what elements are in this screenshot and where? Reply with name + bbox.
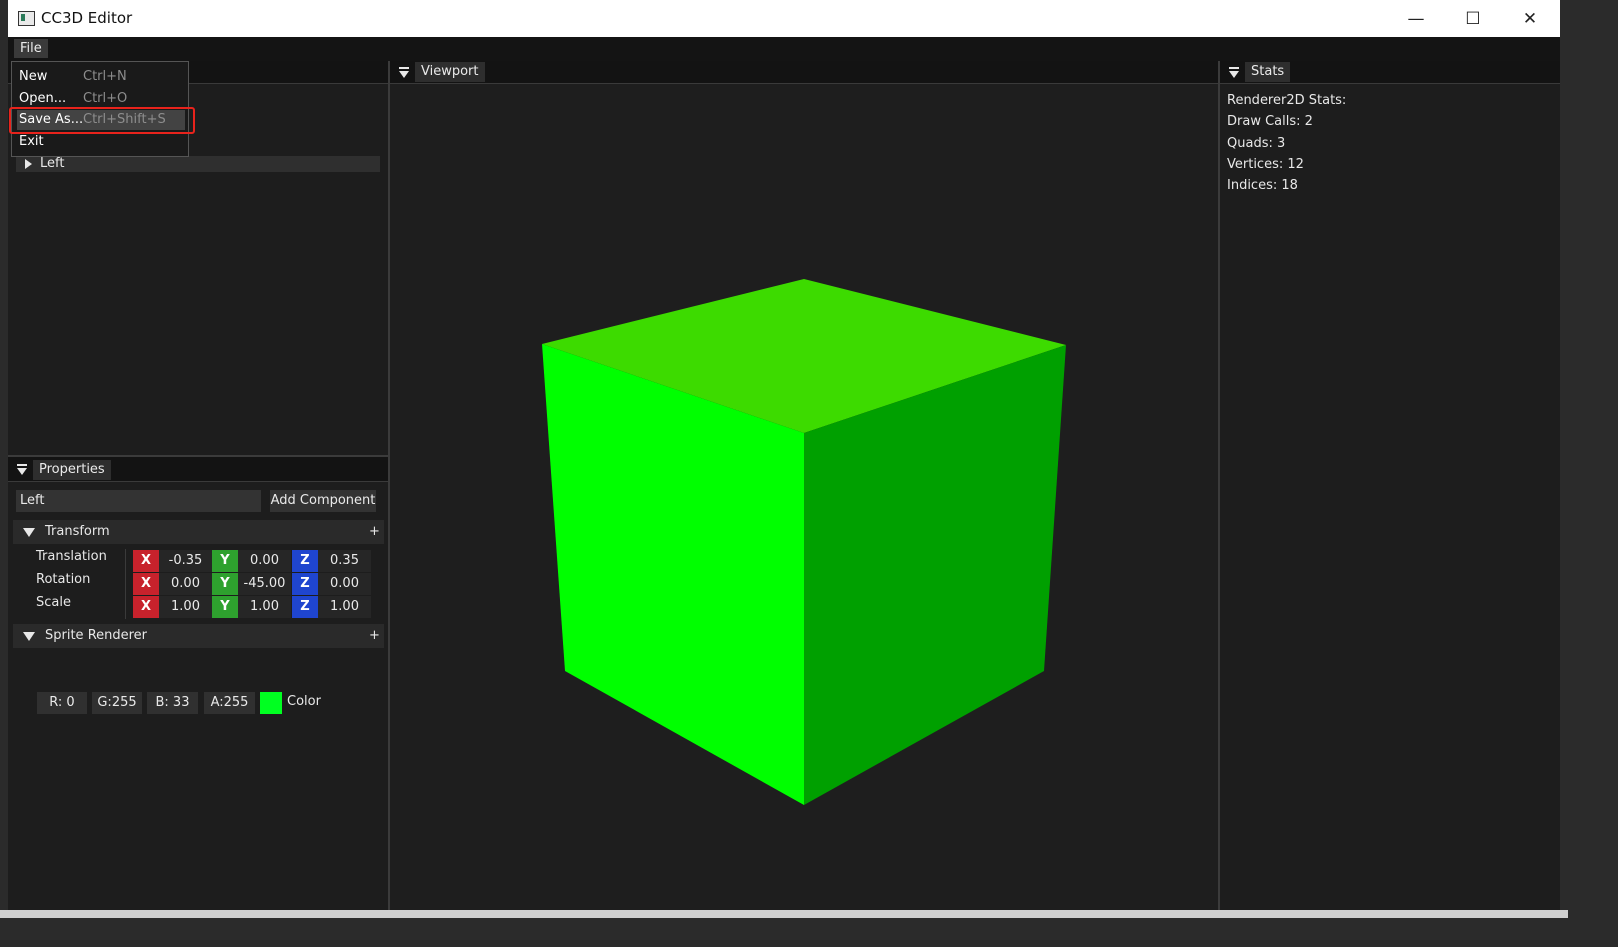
collapse-triangle-icon[interactable] [23,528,35,537]
expand-arrow-icon[interactable] [25,159,32,169]
hierarchy-row-label: Left [40,156,65,171]
rotation-label: Rotation [36,572,91,587]
scale-y-button[interactable]: Y [212,596,238,618]
rotation-x-button[interactable]: X [133,573,159,595]
stats-tab-bar: Stats [1220,61,1560,84]
color-g-field[interactable]: G:255 [92,692,142,714]
translation-x-field[interactable]: -0.35 [159,550,212,572]
close-button[interactable]: ✕ [1502,0,1558,37]
menu-item-new-shortcut: Ctrl+N [83,69,127,84]
viewport-tab-bar: Viewport [390,61,1218,84]
maximize-button[interactable]: ☐ [1445,0,1501,37]
stats-vertices: Vertices: 12 [1227,157,1304,172]
column-divider [125,549,126,619]
color-r-field[interactable]: R: 0 [37,692,87,714]
color-a-field[interactable]: A:255 [204,692,255,714]
entity-name-input[interactable]: Left [16,490,261,512]
stats-quads: Quads: 3 [1227,136,1286,151]
tab-menu-icon[interactable] [1229,67,1239,78]
window-bottom-edge [0,910,1568,918]
menu-item-new[interactable]: New Ctrl+N [12,67,188,87]
scale-x-field[interactable]: 1.00 [159,596,212,618]
color-b-field[interactable]: B: 33 [147,692,198,714]
menu-item-open-label: Open... [19,91,67,106]
tab-menu-icon[interactable] [399,67,409,78]
transform-header[interactable]: Transform + [13,520,384,544]
translation-label: Translation [36,549,107,564]
transform-title: Transform [45,524,110,539]
menu-file[interactable]: File [14,39,48,58]
sprite-renderer-header[interactable]: Sprite Renderer + [13,624,384,648]
scale-z-field[interactable]: 1.00 [318,596,371,618]
scale-y-field[interactable]: 1.00 [238,596,291,618]
scale-z-button[interactable]: Z [292,596,318,618]
stats-indices: Indices: 18 [1227,178,1298,193]
add-component-button[interactable]: Add Component [270,490,376,512]
color-swatch[interactable] [260,692,282,714]
translation-y-button[interactable]: Y [212,550,238,572]
stats-draw-calls: Draw Calls: 2 [1227,114,1313,129]
window-title: CC3D Editor [41,9,133,27]
tab-menu-icon[interactable] [17,464,27,475]
menu-item-open-shortcut: Ctrl+O [83,91,128,106]
color-label: Color [287,694,321,709]
tab-properties[interactable]: Properties [33,460,111,480]
tab-stats[interactable]: Stats [1245,62,1291,82]
collapse-triangle-icon[interactable] [23,632,35,641]
translation-z-button[interactable]: Z [292,550,318,572]
properties-panel: Properties Left Add Component Transform … [8,457,388,910]
tab-viewport[interactable]: Viewport [415,62,485,82]
scale-x-button[interactable]: X [133,596,159,618]
window-title-bar[interactable]: CC3D Editor — ☐ ✕ [8,0,1560,37]
menu-item-exit[interactable]: Exit [12,132,188,152]
menu-item-open[interactable]: Open... Ctrl+O [12,89,188,109]
sprite-renderer-settings-button[interactable]: + [369,624,380,648]
rotation-z-button[interactable]: Z [292,573,318,595]
sprite-renderer-title: Sprite Renderer [45,628,148,643]
menu-item-new-label: New [19,69,48,84]
viewport-panel[interactable]: Viewport [390,61,1218,910]
translation-z-field[interactable]: 0.35 [318,550,371,572]
rotation-y-button[interactable]: Y [212,573,238,595]
translation-x-button[interactable]: X [133,550,159,572]
viewport-canvas[interactable] [390,84,1218,910]
app-icon [18,11,35,26]
stats-heading: Renderer2D Stats: [1227,93,1347,108]
highlight-box [9,107,195,134]
rotation-z-field[interactable]: 0.00 [318,573,371,595]
translation-y-field[interactable]: 0.00 [238,550,291,572]
rotation-y-field[interactable]: -45.00 [238,573,291,595]
menu-item-exit-label: Exit [19,134,44,149]
rotation-x-field[interactable]: 0.00 [159,573,212,595]
properties-tab-bar: Properties [8,457,388,482]
scale-label: Scale [36,595,71,610]
menu-bar: File [8,37,1560,61]
editor-workspace: File Left Properties Left Add Component … [8,37,1560,910]
transform-settings-button[interactable]: + [369,520,380,544]
minimize-button[interactable]: — [1388,0,1444,37]
hierarchy-row-left[interactable]: Left [16,156,380,172]
